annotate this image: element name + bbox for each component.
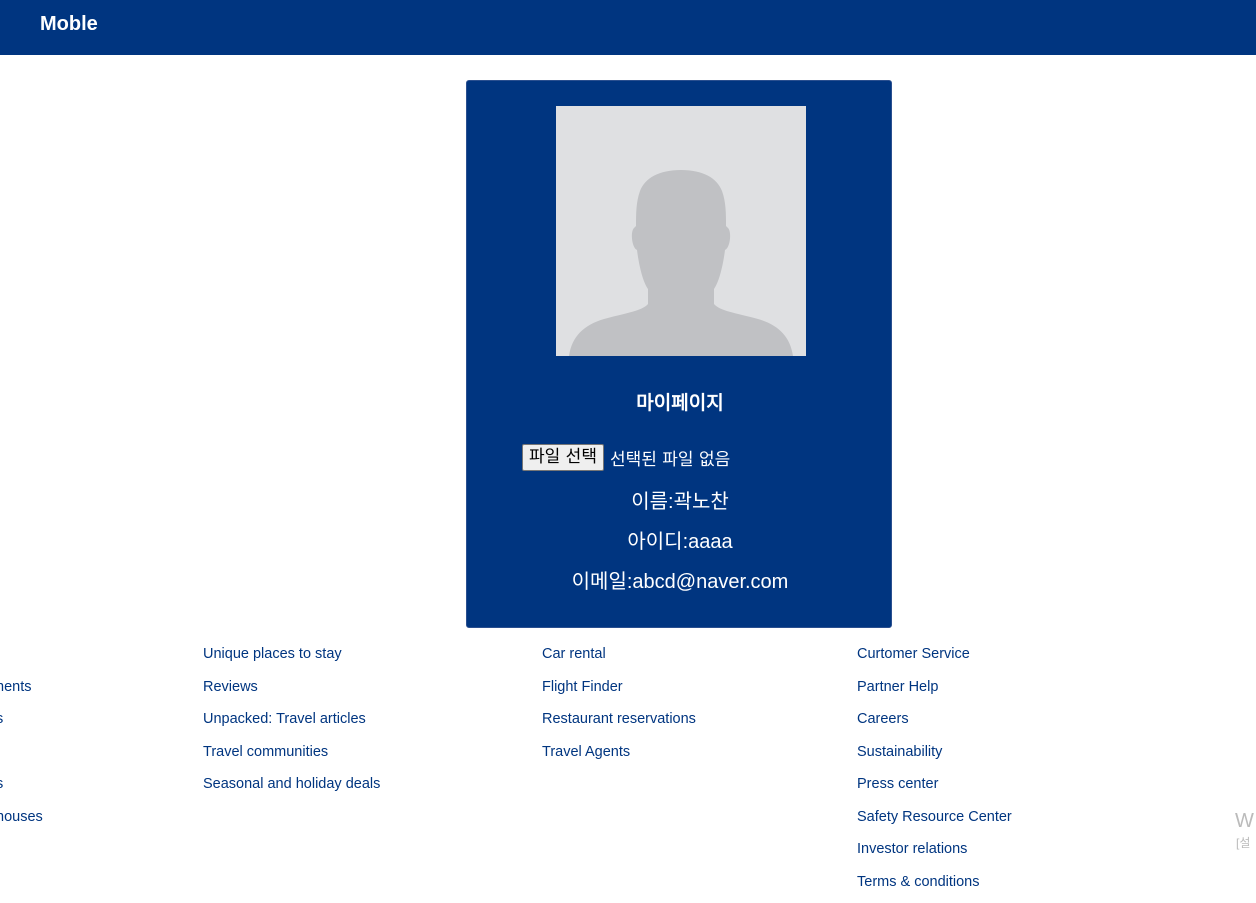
footer-link[interactable]: Reviews [203, 676, 380, 709]
footer-column-2: Unique places to stay Reviews Unpacked: … [203, 643, 380, 806]
footer-column-1: nents s s nouses [0, 643, 43, 838]
user-email-text: 이메일:abcd@naver.com [467, 565, 893, 594]
footer-link[interactable]: Unique places to stay [203, 643, 380, 676]
choose-file-button[interactable]: 파일 선택 [522, 444, 604, 471]
footer-link[interactable]: Investor relations [857, 838, 1012, 871]
brand-logo-text[interactable]: Moble [40, 13, 98, 36]
footer-link[interactable]: Curtomer Service [857, 643, 1012, 676]
footer-link[interactable]: Restaurant reservations [542, 708, 696, 741]
footer-column-4: Curtomer Service Partner Help Careers Su… [857, 643, 1012, 903]
footer-link[interactable]: Press center [857, 773, 1012, 806]
footer-link[interactable]: Car rental [542, 643, 696, 676]
footer-link[interactable] [0, 741, 43, 774]
footer-link[interactable]: Travel Agents [542, 741, 696, 774]
footer-link[interactable]: Seasonal and holiday deals [203, 773, 380, 806]
footer-link[interactable]: Safety Resource Center [857, 806, 1012, 839]
footer-link[interactable]: s [0, 708, 43, 741]
file-status-text: 선택된 파일 없음 [610, 445, 730, 470]
user-name-text: 이름:곽노찬 [467, 485, 893, 514]
footer-link[interactable]: s [0, 773, 43, 806]
footer-link[interactable]: Partner Help [857, 676, 1012, 709]
page-title: 마이페이지 [467, 388, 893, 415]
file-upload-row: 파일 선택 선택된 파일 없음 [522, 443, 730, 471]
footer-link[interactable]: nents [0, 676, 43, 709]
activation-watermark: W [1235, 809, 1254, 833]
person-silhouette-icon [556, 106, 806, 356]
user-id-text: 아이디:aaaa [467, 525, 893, 554]
footer-link[interactable]: Sustainability [857, 741, 1012, 774]
footer-link[interactable]: Flight Finder [542, 676, 696, 709]
footer-link[interactable]: Travel communities [203, 741, 380, 774]
top-navigation-bar: Moble [0, 0, 1256, 55]
footer-link[interactable]: Careers [857, 708, 1012, 741]
profile-avatar [556, 106, 806, 356]
activation-watermark-subtext: [설 [1236, 836, 1250, 850]
footer-link[interactable]: Terms & conditions [857, 871, 1012, 903]
footer-link[interactable] [0, 643, 43, 676]
profile-card: 마이페이지 파일 선택 선택된 파일 없음 이름:곽노찬 아이디:aaaa 이메… [466, 80, 892, 628]
footer-link[interactable]: Unpacked: Travel articles [203, 708, 380, 741]
footer-link[interactable]: nouses [0, 806, 43, 839]
footer-column-3: Car rental Flight Finder Restaurant rese… [542, 643, 696, 773]
